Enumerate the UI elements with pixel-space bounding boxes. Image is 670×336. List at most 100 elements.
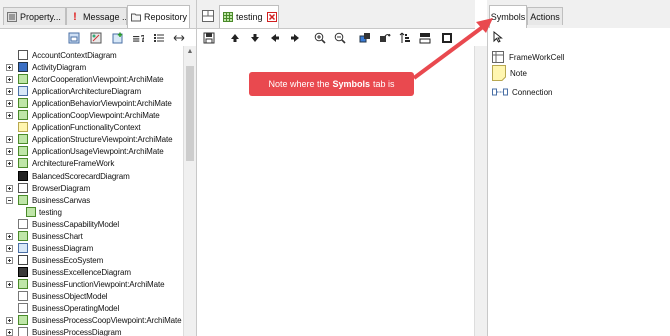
expand-icon[interactable] [6,256,13,264]
tab-messages[interactable]: ! Message ... [66,7,127,25]
callout-prefix: Note where the [268,79,330,89]
tab-testing[interactable]: testing [219,5,279,28]
tree-item-label: ArchitectureFrameWork [32,159,115,169]
expand-icon[interactable] [6,136,13,144]
callout-bold: Symbols [332,79,371,89]
expand-icon[interactable] [6,280,13,288]
tree-item[interactable]: ArchitectureFrameWork [0,158,183,169]
diagram-type-icon [18,303,28,314]
editor-tab-bar: testing [196,0,475,28]
pointer-icon[interactable] [492,31,504,43]
symbols-tab-bar: Symbols Actions [487,0,670,28]
tree-item[interactable]: testing [0,206,183,218]
scroll-up-icon[interactable]: ▲ [186,48,194,56]
grid-diagram-icon [223,12,233,22]
expand-icon[interactable] [6,76,13,84]
diagram-type-icon [18,182,28,193]
tree-item[interactable]: BusinessOperatingModel [0,303,183,314]
tree-item[interactable]: ApplicationStructureViewpoint:ArchiMate [0,134,183,145]
diagram-type-icon [18,266,28,277]
expand-icon[interactable] [6,88,13,96]
close-icon[interactable] [266,12,277,22]
arrow-down-icon[interactable] [249,32,261,44]
diagram-type-icon [18,50,28,60]
diagram-type-icon [18,158,28,169]
scroll-thumb[interactable] [186,66,194,161]
tree-item-label: BusinessProcessDiagram [32,328,122,336]
tree-item-label: BusinessOperatingModel [32,304,120,314]
tree-item[interactable]: ApplicationBehaviorViewpoint:ArchiMate [0,98,183,109]
save-icon[interactable] [203,32,215,44]
layout-icon[interactable] [419,32,431,44]
tree-item-label: AccountContextDiagram [32,51,117,60]
tree-item[interactable]: BusinessFunctionViewpoint:ArchiMate [0,278,183,290]
tree-item[interactable]: BusinessDiagram [0,242,183,254]
collapse-icon[interactable] [6,196,13,204]
send-back-icon[interactable] [379,32,391,44]
expand-icon[interactable] [6,64,13,72]
tree-item[interactable]: ApplicationUsageViewpoint:ArchiMate [0,146,183,157]
grid-toggle-icon[interactable] [441,32,453,44]
expand-horizontal-icon[interactable] [173,32,185,44]
arrow-up-icon[interactable] [229,32,241,44]
tab-actions[interactable]: Actions [527,7,563,25]
tree-item-label: ApplicationFunctionalityContext [32,123,141,133]
list-icon[interactable] [153,32,165,44]
layout-icon[interactable] [202,10,214,22]
tab-label: testing [236,12,263,22]
palette-item-note[interactable]: Note [492,65,527,81]
tree-item[interactable]: ApplicationArchitectureDiagram [0,86,183,97]
tree-item[interactable]: ActorCooperationViewpoint:ArchiMate [0,74,183,85]
tree-item[interactable]: ApplicationCoopViewpoint:ArchiMate [0,110,183,121]
repository-tree: AccountContextDiagram ActivityDiagram Acto… [0,46,183,336]
tree-item[interactable]: BalancedScorecardDiagram [0,170,183,182]
diagram-type-icon [26,206,36,217]
diagram-type-icon [18,134,28,145]
tree-item[interactable]: BusinessProcessCoopViewpoint:ArchiMate [0,315,183,326]
repository-scrollbar[interactable]: ▲ [183,46,196,336]
tree-item-label: BusinessCanvas [32,195,91,205]
zoom-in-icon[interactable] [314,32,326,44]
tree-item-label: ApplicationArchitectureDiagram [32,87,142,97]
tree-item[interactable]: BusinessCanvas [0,194,183,206]
arrow-right-icon[interactable] [289,32,301,44]
tree-item[interactable]: BusinessObjectModel [0,291,183,302]
zoom-out-icon[interactable] [334,32,346,44]
align-icon[interactable] [399,32,411,44]
repository-toolbar: ≡? [0,28,196,47]
query-icon[interactable]: ≡? [132,32,144,44]
tab-symbols[interactable]: Symbols [489,5,527,28]
bring-front-icon[interactable] [359,32,371,44]
note-icon [492,65,506,81]
diagram-view-icon[interactable] [90,32,102,44]
canvas-scrollbar[interactable] [474,46,487,336]
tree-item[interactable]: BusinessCapabilityModel [0,218,183,230]
add-model-icon[interactable] [112,32,124,44]
new-diagram-icon[interactable] [68,32,80,44]
palette-item-label: Connection [512,87,553,97]
expand-icon[interactable] [6,160,13,168]
properties-icon [7,11,17,22]
expand-icon[interactable] [6,232,13,240]
tree-item[interactable]: BrowserDiagram [0,182,183,194]
arrow-left-icon[interactable] [269,32,281,44]
tree-item[interactable]: BusinessExcellenceDiagram [0,266,183,278]
expand-icon[interactable] [6,148,13,156]
expand-icon[interactable] [6,329,13,336]
expand-icon[interactable] [6,112,13,120]
palette-item-framework-cell[interactable]: FrameWorkCell [492,50,564,64]
palette-item-connection[interactable]: Connection [492,85,552,99]
tree-item[interactable]: BusinessEcoSystem [0,254,183,266]
expand-icon[interactable] [6,244,13,252]
expand-icon[interactable] [6,317,13,325]
expand-icon[interactable] [6,100,13,108]
tab-properties[interactable]: Property... [3,7,66,25]
tab-repository[interactable]: Repository [127,5,190,28]
palette-item-label: FrameWorkCell [509,52,565,62]
tree-item[interactable]: AccountContextDiagram [0,50,183,61]
tree-item[interactable]: ApplicationFunctionalityContext [0,122,183,133]
tree-item[interactable]: ActivityDiagram [0,62,183,73]
tree-item[interactable]: BusinessChart [0,230,183,242]
tree-item[interactable]: BusinessProcessDiagram [0,327,183,336]
expand-icon[interactable] [6,184,13,192]
